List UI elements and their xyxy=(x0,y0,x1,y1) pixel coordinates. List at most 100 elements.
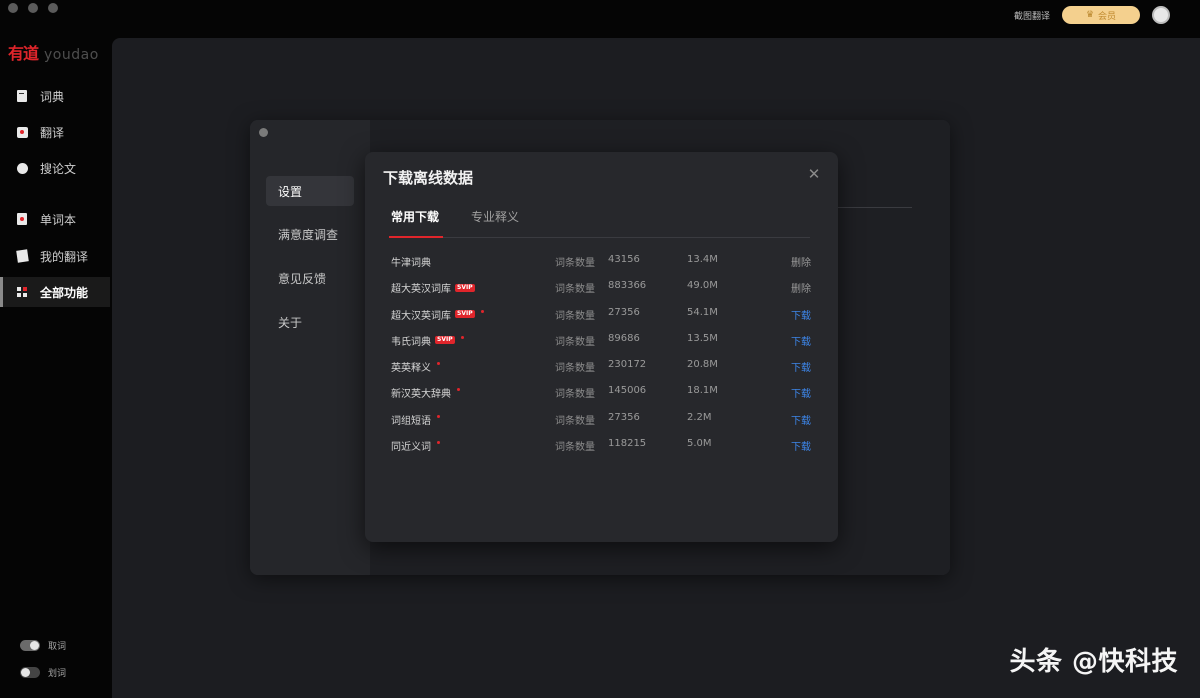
entry-count-label: 词条数量 xyxy=(555,258,595,269)
entry-count-value: 27356 xyxy=(608,411,640,423)
sidebar-item-my-translation[interactable]: 我的翻译 xyxy=(0,241,110,271)
dictionary-name-text: 词组短语 xyxy=(391,415,431,427)
settings-nav-settings[interactable]: 设置 xyxy=(266,176,354,206)
translate-icon xyxy=(16,126,28,138)
paper-search-icon xyxy=(16,162,28,174)
list-item: 英英释义 词条数量 230172 20.8M 下载 xyxy=(391,352,811,378)
entry-count-label: 词条数量 xyxy=(555,310,595,322)
modal-title: 下载离线数据 xyxy=(383,169,474,187)
new-dot-badge xyxy=(480,309,484,313)
tab-common-downloads[interactable]: 常用下载 xyxy=(388,208,444,238)
window-close-button[interactable] xyxy=(8,3,18,13)
download-button[interactable]: 下载 xyxy=(791,438,811,453)
window-maximize-button[interactable] xyxy=(48,3,58,13)
delete-button[interactable]: 删除 xyxy=(791,280,811,295)
svip-badge: SVIP xyxy=(455,283,475,292)
entry-count-value: 883366 xyxy=(608,280,647,292)
list-item: 同近义词 词条数量 118215 5.0M 下载 xyxy=(391,431,811,457)
new-dot-badge xyxy=(437,362,440,366)
close-icon[interactable]: ✕ xyxy=(806,166,822,182)
dictionary-name-text: 牛津词典 xyxy=(391,258,431,269)
download-button[interactable]: 下载 xyxy=(791,333,811,348)
logo-en: youdao xyxy=(44,47,99,63)
new-dot-badge xyxy=(460,335,464,339)
avatar[interactable] xyxy=(1152,6,1170,24)
dictionary-name: 超大英汉词库 SVIP xyxy=(391,280,475,295)
list-item: 超大汉英词库 SVIP 词条数量 27356 54.1M 下载 xyxy=(391,300,811,326)
dictionary-name: 超大汉英词库 SVIP xyxy=(391,307,484,322)
download-button[interactable]: 下载 xyxy=(791,412,811,427)
settings-nav-panel: 设置 满意度调查 意见反馈 关于 xyxy=(250,120,370,575)
svip-badge: SVIP xyxy=(455,310,475,319)
file-size: 13.5M xyxy=(687,332,718,344)
svip-badge: SVIP xyxy=(435,336,455,345)
download-button[interactable]: 下载 xyxy=(791,385,811,400)
wordbook-icon xyxy=(16,213,28,225)
window-controls xyxy=(8,3,58,13)
new-dot-badge xyxy=(437,441,440,445)
download-list: 牛津词典 词条数量 43156 13.4M 删除 超大英汉词库 SVIP 词条数量 883366… xyxy=(391,247,811,457)
dictionary-name-text: 同近义词 xyxy=(391,442,431,454)
file-size: 13.4M xyxy=(687,254,718,265)
settings-close-button[interactable] xyxy=(259,128,268,137)
list-item: 超大英汉词库 SVIP 词条数量 883366 49.0M 删除 xyxy=(391,273,811,299)
entry-count-label: 词条数量 xyxy=(555,363,595,375)
my-translation-icon xyxy=(15,249,29,263)
file-size: 2.2M xyxy=(687,411,712,423)
sidebar-item-label: 搜论文 xyxy=(40,161,77,176)
crown-icon: ♛ xyxy=(1085,10,1095,20)
logo-cn: 有道 xyxy=(8,44,39,63)
file-size: 5.0M xyxy=(687,438,712,450)
app-logo: 有道 youdao xyxy=(8,40,99,64)
vip-button[interactable]: ♛ 会员 xyxy=(1062,6,1140,24)
selection-translate-toggle[interactable] xyxy=(20,667,40,678)
list-item: 韦氏词典 SVIP 词条数量 89686 13.5M 下载 xyxy=(391,326,811,352)
dictionary-name-text: 英英释义 xyxy=(391,363,431,375)
entry-count-value: 27356 xyxy=(608,306,640,318)
sidebar-item-label: 单词本 xyxy=(40,212,77,227)
settings-nav-feedback[interactable]: 意见反馈 xyxy=(266,263,354,293)
window-minimize-button[interactable] xyxy=(28,3,38,13)
sidebar-item-label: 我的翻译 xyxy=(40,249,89,264)
top-right-bar: 截图翻译 ♛ 会员 xyxy=(1014,6,1170,24)
sidebar-item-dictionary[interactable]: 词典 xyxy=(0,81,110,111)
dictionary-name: 同近义词 xyxy=(391,438,440,453)
dictionary-name-text: 韦氏词典 xyxy=(391,336,431,348)
watermark: 头条 @快科技 xyxy=(1009,647,1178,677)
selection-translate-toggle-row: 划词 xyxy=(20,666,66,679)
entry-count-value: 118215 xyxy=(608,438,647,450)
dictionary-icon xyxy=(16,90,28,102)
file-size: 20.8M xyxy=(687,359,718,371)
entry-count-value: 145006 xyxy=(608,385,647,397)
word-pick-label: 取词 xyxy=(48,642,67,652)
delete-button[interactable]: 删除 xyxy=(791,254,811,269)
sidebar-item-paper-search[interactable]: 搜论文 xyxy=(0,153,110,183)
modal-tabs: 常用下载 专业释义 xyxy=(388,208,810,238)
sidebar-item-wordbook[interactable]: 单词本 xyxy=(0,204,110,234)
selection-translate-label: 划词 xyxy=(48,669,67,679)
dictionary-name: 新汉英大辞典 xyxy=(391,385,460,400)
entry-count-value: 230172 xyxy=(608,359,647,371)
download-button[interactable]: 下载 xyxy=(791,307,811,322)
dictionary-name: 牛津词典 xyxy=(391,254,431,269)
sidebar-item-all-features[interactable]: 全部功能 xyxy=(0,277,110,307)
sidebar-item-label: 翻译 xyxy=(40,125,65,140)
sidebar-item-label: 词典 xyxy=(40,89,65,104)
screenshot-translate-button[interactable]: 截图翻译 xyxy=(1014,9,1050,22)
dictionary-name: 词组短语 xyxy=(391,412,440,427)
list-item: 牛津词典 词条数量 43156 13.4M 删除 xyxy=(391,247,811,273)
sidebar-item-translate[interactable]: 翻译 xyxy=(0,117,110,147)
word-pick-toggle[interactable] xyxy=(20,640,40,651)
dictionary-name: 韦氏词典 SVIP xyxy=(391,333,464,348)
list-item: 新汉英大辞典 词条数量 145006 18.1M 下载 xyxy=(391,378,811,404)
tab-professional-definitions[interactable]: 专业释义 xyxy=(471,208,519,238)
entry-count-label: 词条数量 xyxy=(555,336,595,348)
entry-count-label: 词条数量 xyxy=(555,442,595,454)
sidebar-item-label: 全部功能 xyxy=(40,285,89,300)
entry-count-label: 词条数量 xyxy=(555,415,595,427)
download-button[interactable]: 下载 xyxy=(791,359,811,374)
settings-nav-survey[interactable]: 满意度调查 xyxy=(266,219,354,249)
divider xyxy=(836,207,912,208)
entry-count-value: 89686 xyxy=(608,332,640,344)
settings-nav-about[interactable]: 关于 xyxy=(266,307,354,337)
